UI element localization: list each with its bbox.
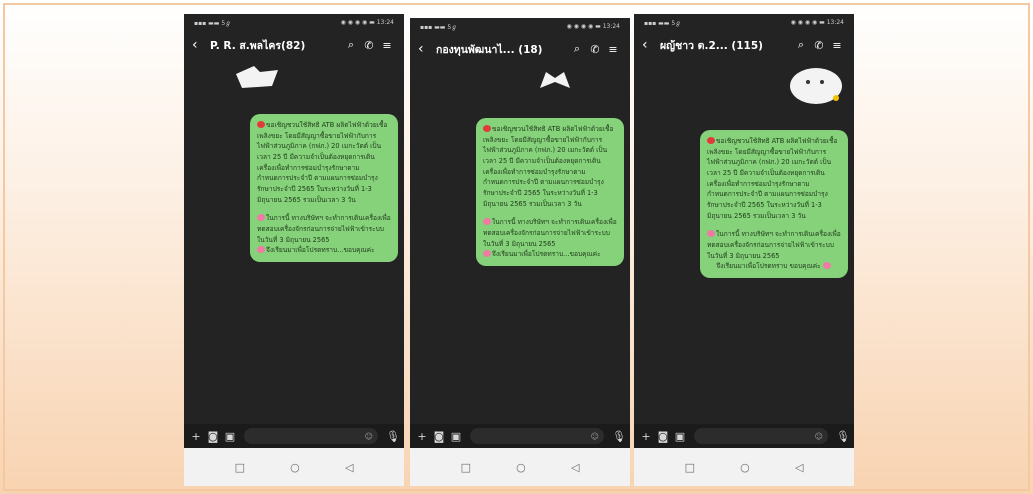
message-bubble[interactable]: ขอเชิญชวนใช้สิทธิ ATB ผลิตไฟฟ้าด้วยเชื้อ… — [476, 118, 624, 267]
image-icon[interactable]: ▣ — [450, 430, 462, 443]
status-bar: ▪▪▪ ▬▬ 5ℊ ◉ ◉ ◉ ◉ ▬ 13:24 — [184, 14, 404, 30]
message-paragraph-2: ในการนี้ ทางบริษัทฯ จะทำการเดินเครื่องเพ… — [257, 214, 391, 244]
phone-screenshot-3: ▪▪▪ ▬▬ 5ℊ ◉ ◉ ◉ ◉ ▬ 13:24 ‹ ผญ้ชาว ต.2..… — [634, 14, 854, 486]
recent-apps-icon[interactable]: □ — [235, 461, 245, 474]
status-right: ◉ ◉ ◉ ◉ ▬ 13:24 — [790, 18, 844, 26]
heart-emoji-icon — [707, 230, 715, 238]
message-bubble[interactable]: ขอเชิญชวนใช้สิทธิ ATB ผลิตไฟฟ้าด้วยเชื้อ… — [700, 130, 848, 279]
image-icon[interactable]: ▣ — [224, 430, 236, 443]
status-bar: ▪▪▪ ▬▬ 5ℊ ◉ ◉ ◉ ◉ ▬ 13:24 — [634, 14, 854, 30]
nav-back-icon[interactable]: ◁ — [345, 461, 353, 474]
message-paragraph-3: จึงเรียนมาเพื่อโปรดทราบ ขอบคุณค่ะ — [716, 262, 821, 271]
chat-area[interactable]: ขอเชิญชวนใช้สิทธิ ATB ผลิตไฟฟ้าด้วยเชื้อ… — [634, 60, 854, 424]
chat-header: ‹ กองทุนพัฒนาไ... (18) ⌕ ✆ ≡ — [410, 34, 630, 64]
status-left: ▪▪▪ ▬▬ 5ℊ — [644, 19, 682, 27]
heart-emoji-icon — [483, 218, 491, 226]
menu-icon[interactable]: ≡ — [828, 39, 846, 52]
message-input[interactable]: ☺ — [244, 428, 378, 444]
sticker-image — [232, 64, 282, 100]
status-left: ▪▪▪ ▬▬ 5ℊ — [194, 19, 232, 27]
input-bar: + ◙ ▣ ☺ 🎙︎ — [634, 424, 854, 448]
sticker-image — [786, 62, 846, 112]
message-paragraph-3: จึงเรียนมาเพื่อโปรดทราบ...ขอบคุณค่ะ — [492, 250, 601, 259]
phone-icon[interactable]: ✆ — [586, 43, 604, 56]
phone-icon[interactable]: ✆ — [810, 39, 828, 52]
message-paragraph-2: ในการนี้ ทางบริษัทฯ จะทำการเดินเครื่องเพ… — [483, 218, 617, 248]
nav-back-icon[interactable]: ◁ — [795, 461, 803, 474]
heart-emoji-icon — [257, 246, 265, 254]
status-right: ◉ ◉ ◉ ◉ ▬ 13:24 — [340, 18, 394, 26]
back-arrow-icon[interactable]: ‹ — [418, 41, 432, 57]
search-icon[interactable]: ⌕ — [792, 38, 810, 52]
message-paragraph-1: ขอเชิญชวนใช้สิทธิ ATB ผลิตไฟฟ้าด้วยเชื้อ… — [257, 121, 388, 204]
camera-icon[interactable]: ◙ — [433, 430, 445, 443]
status-right: ◉ ◉ ◉ ◉ ▬ 13:24 — [566, 22, 620, 30]
chat-header: ‹ ผญ้ชาว ต.2... (115) ⌕ ✆ ≡ — [634, 30, 854, 60]
input-bar: + ◙ ▣ ☺ 🎙︎ — [410, 424, 630, 448]
heart-emoji-icon — [257, 214, 265, 222]
camera-icon[interactable]: ◙ — [657, 430, 669, 443]
chat-area[interactable]: ขอเชิญชวนใช้สิทธิ ATB ผลิตไฟฟ้าด้วยเชื้อ… — [184, 60, 404, 424]
status-left: ▪▪▪ ▬▬ 5ℊ — [420, 23, 458, 31]
microphone-icon[interactable]: 🎙︎ — [386, 430, 400, 443]
menu-icon[interactable]: ≡ — [378, 39, 396, 52]
back-arrow-icon[interactable]: ‹ — [642, 37, 656, 53]
system-nav-bar: □ ○ ◁ — [184, 448, 404, 486]
chat-title: P. R. ส.พลไคร(82) — [210, 39, 306, 52]
heart-emoji-icon — [822, 262, 831, 270]
recent-apps-icon[interactable]: □ — [461, 461, 471, 474]
emoji-icon[interactable]: ☺ — [815, 432, 823, 441]
message-input[interactable]: ☺ — [470, 428, 604, 444]
image-icon[interactable]: ▣ — [674, 430, 686, 443]
message-paragraph-1: ขอเชิญชวนใช้สิทธิ ATB ผลิตไฟฟ้าด้วยเชื้อ… — [707, 137, 838, 220]
status-bar: ▪▪▪ ▬▬ 5ℊ ◉ ◉ ◉ ◉ ▬ 13:24 — [410, 18, 630, 34]
plus-icon[interactable]: + — [640, 430, 652, 443]
chat-title: กองทุนพัฒนาไ... (18) — [436, 43, 543, 56]
chat-area[interactable]: ขอเชิญชวนใช้สิทธิ ATB ผลิตไฟฟ้าด้วยเชื้อ… — [410, 64, 630, 424]
message-paragraph-2: ในการนี้ ทางบริษัทฯ จะทำการเดินเครื่องเพ… — [707, 230, 841, 260]
system-nav-bar: □ ○ ◁ — [634, 448, 854, 486]
back-arrow-icon[interactable]: ‹ — [192, 37, 206, 53]
menu-icon[interactable]: ≡ — [604, 43, 622, 56]
heart-emoji-icon — [257, 121, 265, 128]
message-paragraph-3: จึงเรียนมาเพื่อโปรดทราบ...ขอบคุณค่ะ — [266, 246, 375, 255]
phone-screenshot-2: ▪▪▪ ▬▬ 5ℊ ◉ ◉ ◉ ◉ ▬ 13:24 ‹ กองทุนพัฒนาไ… — [410, 18, 630, 486]
heart-emoji-icon — [707, 137, 715, 144]
plus-icon[interactable]: + — [190, 430, 202, 443]
camera-icon[interactable]: ◙ — [207, 430, 219, 443]
sticker-image — [538, 66, 572, 96]
search-icon[interactable]: ⌕ — [568, 42, 586, 56]
message-input[interactable]: ☺ — [694, 428, 828, 444]
heart-emoji-icon — [483, 250, 491, 258]
recent-apps-icon[interactable]: □ — [685, 461, 695, 474]
chat-header: ‹ P. R. ส.พลไคร(82) ⌕ ✆ ≡ — [184, 30, 404, 60]
heart-emoji-icon — [483, 125, 491, 132]
microphone-icon[interactable]: 🎙︎ — [836, 430, 850, 443]
search-icon[interactable]: ⌕ — [342, 38, 360, 52]
home-icon[interactable]: ○ — [290, 461, 300, 474]
emoji-icon[interactable]: ☺ — [365, 432, 373, 441]
home-icon[interactable]: ○ — [516, 461, 526, 474]
message-paragraph-1: ขอเชิญชวนใช้สิทธิ ATB ผลิตไฟฟ้าด้วยเชื้อ… — [483, 125, 614, 208]
input-bar: + ◙ ▣ ☺ 🎙︎ — [184, 424, 404, 448]
message-bubble[interactable]: ขอเชิญชวนใช้สิทธิ ATB ผลิตไฟฟ้าด้วยเชื้อ… — [250, 114, 398, 263]
phone-icon[interactable]: ✆ — [360, 39, 378, 52]
microphone-icon[interactable]: 🎙︎ — [612, 430, 626, 443]
nav-back-icon[interactable]: ◁ — [571, 461, 579, 474]
home-icon[interactable]: ○ — [740, 461, 750, 474]
system-nav-bar: □ ○ ◁ — [410, 448, 630, 486]
phone-screenshot-1: ▪▪▪ ▬▬ 5ℊ ◉ ◉ ◉ ◉ ▬ 13:24 ‹ P. R. ส.พลไค… — [184, 14, 404, 486]
chat-title: ผญ้ชาว ต.2... (115) — [660, 39, 763, 52]
plus-icon[interactable]: + — [416, 430, 428, 443]
emoji-icon[interactable]: ☺ — [591, 432, 599, 441]
